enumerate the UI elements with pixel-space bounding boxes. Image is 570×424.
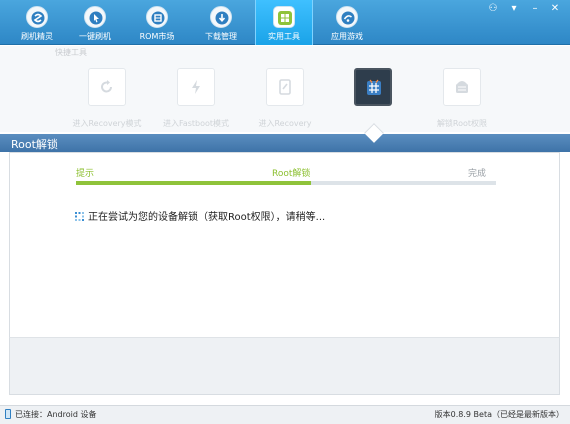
android-unlock-icon (354, 68, 392, 106)
nav-label: 下载管理 (205, 32, 237, 41)
progress-fill (76, 181, 312, 185)
tool-enter-recovery[interactable]: 进入Recovery (240, 68, 330, 129)
panel-bottom-area (9, 337, 560, 395)
tool-label: 进入Recovery模式 (72, 119, 142, 128)
skin-icon[interactable]: ⚇ (487, 3, 499, 15)
nav-label: ROM市场 (139, 32, 175, 41)
rom-market-icon (146, 6, 168, 28)
step-complete: 完成 (468, 169, 487, 179)
nav-item-apps-games[interactable]: 应用游戏 (318, 0, 376, 45)
flash-wizard-icon (26, 6, 48, 28)
nav-label: 一键刷机 (79, 32, 111, 41)
tool-label: 进入Fastboot模式 (162, 119, 230, 128)
nav-item-flash-wizard[interactable]: 刷机精灵 (8, 0, 66, 45)
section-header: Root解锁 (0, 134, 570, 152)
tool-unlock-root[interactable]: 解锁Root权限 (417, 68, 507, 129)
minimize-icon[interactable]: – (529, 3, 541, 15)
nav-label: 刷机精灵 (21, 32, 53, 41)
phone-edit-icon (266, 68, 304, 106)
phone-icon (5, 409, 11, 419)
status-message: 正在尝试为您的设备解锁（获取Root权限），请稍等... (88, 212, 326, 223)
tool-enter-fastboot-mode[interactable]: 进入Fastboot模式 (151, 68, 241, 129)
step-root-unlock: Root解锁 (272, 169, 311, 179)
section-title: Root解锁 (11, 138, 58, 151)
refresh-icon (88, 68, 126, 106)
nav-item-one-click-flash[interactable]: 一键刷机 (66, 0, 124, 45)
close-icon[interactable]: ✕ (549, 3, 561, 15)
tool-label: 解锁Root权限 (436, 119, 488, 128)
menu-icon[interactable]: ▾ (508, 3, 520, 15)
apps-games-icon (336, 6, 358, 28)
status-bar: 已连接：Android 设备 版本0.8.9 Beta（已经是最新版本） (0, 405, 570, 424)
step-hint: 提示 (76, 169, 95, 179)
nav-item-tools[interactable]: 实用工具 (255, 0, 313, 45)
connection-text: 已连接：Android 设备 (15, 410, 97, 419)
download-icon (210, 6, 232, 28)
loading-spinner-icon (75, 212, 84, 224)
version-text: 版本0.8.9 Beta（已经是最新版本） (434, 410, 564, 419)
lightning-icon (177, 68, 215, 106)
nav-item-download-manager[interactable]: 下载管理 (192, 0, 250, 45)
status-row: 正在尝试为您的设备解锁（获取Root权限），请稍等... (75, 208, 325, 224)
android-icon (443, 68, 481, 106)
tool-label: 进入Recovery (258, 119, 312, 128)
nav-label: 实用工具 (268, 32, 300, 41)
progress-bar (76, 181, 496, 185)
top-nav: 刷机精灵 一键刷机 ROM市场 下载管理 实用工具 应用游戏 ⚇ ▾ – ✕ (0, 0, 570, 45)
nav-label: 应用游戏 (331, 32, 363, 41)
connection-status: 已连接：Android 设备 (5, 409, 96, 420)
nav-item-rom-market[interactable]: ROM市场 (128, 0, 186, 45)
quick-tools-bar: 快捷工具 进入Recovery模式 进入Fastboot模式 进入Recover… (0, 46, 570, 132)
tools-grid-icon (273, 6, 295, 28)
tool-enter-recovery-mode[interactable]: 进入Recovery模式 (62, 68, 152, 129)
cursor-icon (84, 6, 106, 28)
tool-root-unlock-active[interactable] (328, 68, 418, 118)
quick-tools-title: 快捷工具 (55, 48, 87, 57)
